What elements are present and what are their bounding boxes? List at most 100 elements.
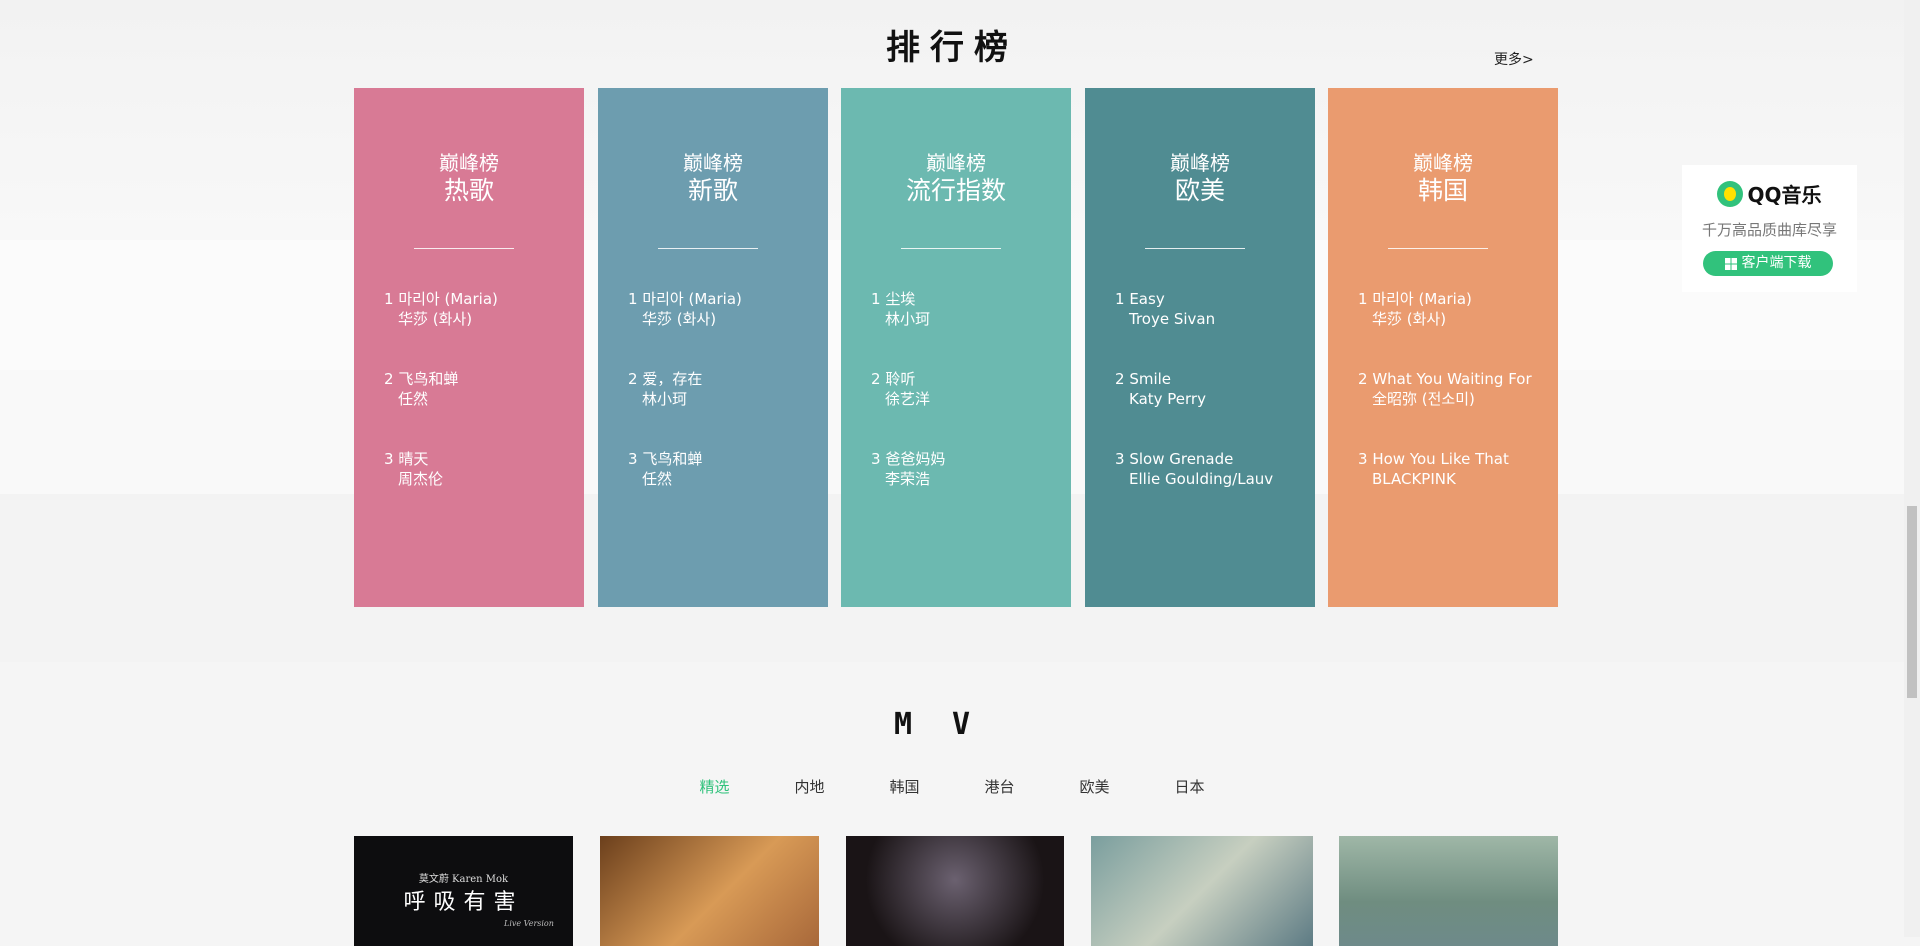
mv-category-tabs: 精选 内地 韩国 港台 欧美 日本	[0, 776, 1904, 797]
scrollbar-thumb[interactable]	[1907, 506, 1917, 698]
ranking-card-header: 巅峰榜 新歌	[598, 150, 828, 206]
song-rank: 2	[1115, 370, 1125, 388]
mv-thumbnail-subtitle: Live Version	[504, 919, 554, 928]
song-rank: 1	[384, 290, 394, 308]
song-title: 爸爸妈妈	[885, 450, 946, 468]
ranking-card-header: 巅峰榜 韩国	[1328, 150, 1558, 206]
song-title: 尘埃	[885, 290, 916, 308]
song-artist: 华莎 (화사)	[398, 310, 473, 328]
mv-thumbnail[interactable]	[846, 836, 1064, 946]
song-title: 마리아 (Maria)	[398, 290, 498, 308]
ranking-card-name: 新歌	[687, 176, 738, 205]
ranking-song-item[interactable]: 3 晴天 周杰伦	[384, 449, 574, 489]
ranking-card-name: 流行指数	[905, 176, 1006, 205]
mv-tab[interactable]: 精选	[667, 776, 762, 797]
song-rank: 3	[1358, 450, 1368, 468]
ranking-song-item[interactable]: 1 Easy Troye Sivan	[1115, 289, 1305, 329]
song-title: 마리아 (Maria)	[1372, 290, 1472, 308]
mv-tab[interactable]: 日本	[1142, 776, 1237, 797]
song-title: How You Like That	[1372, 450, 1509, 468]
song-artist: Ellie Goulding/Lauv	[1129, 470, 1274, 488]
song-title: 晴天	[398, 450, 429, 468]
mv-tab[interactable]: 内地	[762, 776, 857, 797]
ranking-song-item[interactable]: 3 Slow Grenade Ellie Goulding/Lauv	[1115, 449, 1305, 489]
song-artist: 任然	[642, 470, 673, 488]
ranking-card-header: 巅峰榜 欧美	[1085, 150, 1315, 206]
mv-section-title: MV	[893, 707, 1011, 742]
mv-tab[interactable]: 欧美	[1047, 776, 1142, 797]
ranking-card-header: 巅峰榜 热歌	[354, 150, 584, 206]
ranking-song-item[interactable]: 2 爱，存在林小珂	[628, 369, 818, 409]
ranking-song-list: 1 마리아 (Maria) 华莎 (화사) 2 飞鸟和蝉 任然 3 晴天 周杰伦	[384, 289, 574, 529]
scrollbar-track[interactable]	[1904, 0, 1920, 937]
ranking-card[interactable]: 巅峰榜 欧美 1 Easy Troye Sivan 2 Smile Katy Perry 3…	[1085, 88, 1315, 607]
song-rank: 1	[1358, 290, 1368, 308]
ranking-song-item[interactable]: 2 What You Waiting For 全昭弥 (전소미)	[1358, 369, 1548, 409]
song-title: 爱，存在	[642, 370, 703, 388]
mv-tab[interactable]: 港台	[952, 776, 1047, 797]
song-artist: Katy Perry	[1129, 390, 1206, 408]
mv-tab[interactable]: 韩国	[857, 776, 952, 797]
ranking-card-subtitle: 巅峰榜	[683, 151, 743, 175]
ranking-song-list: 1 마리아 (Maria) 华莎 (화사) 2 What You Waiting F…	[1358, 289, 1548, 529]
ranking-card-name: 热歌	[443, 176, 494, 205]
song-title: 飞鸟和蝉	[642, 450, 703, 468]
song-artist: 任然	[398, 390, 429, 408]
song-rank: 2	[384, 370, 394, 388]
ranking-card[interactable]: 巅峰榜 流行指数 1 尘埃 林小珂 2 聆听 徐艺洋 3 爸爸妈妈 李荣浩	[841, 88, 1071, 607]
mv-thumbnail[interactable]: 莫文蔚 Karen Mok 呼吸有害 Live Version	[354, 836, 573, 946]
ranking-song-item[interactable]: 2 Smile Katy Perry	[1115, 369, 1305, 409]
song-rank: 3	[1115, 450, 1125, 468]
mv-thumbnail[interactable]	[1339, 836, 1558, 946]
qq-music-logo-icon	[1717, 180, 1744, 207]
song-rank: 2	[628, 370, 638, 388]
ranking-section-title: 排行榜	[886, 28, 1018, 68]
song-rank: 1	[1115, 290, 1125, 308]
more-link[interactable]: 更多>	[1494, 49, 1534, 69]
ranking-card[interactable]: 巅峰榜 新歌 1 마리아 (Maria) 华莎 (화사) 2 爱，存在 林小珂 3 飞鸟和蝉…	[598, 88, 828, 607]
mv-thumbnail[interactable]	[600, 836, 819, 946]
mv-thumbnail-title: 呼吸有害	[403, 890, 524, 915]
windows-icon	[1724, 257, 1737, 270]
ranking-card-subtitle: 巅峰榜	[439, 151, 499, 175]
song-artist: Troye Sivan	[1129, 310, 1216, 328]
ranking-song-item[interactable]: 3 爸爸妈妈李荣浩	[871, 449, 1061, 489]
ranking-card-divider	[1145, 248, 1245, 249]
ranking-card[interactable]: 巅峰榜 热歌 1 마리아 (Maria) 华莎 (화사) 2 飞鸟和蝉 任然 3 晴天 周杰伦	[354, 88, 584, 607]
ranking-card-subtitle: 巅峰榜	[1413, 151, 1473, 175]
qq-music-logo[interactable]: QQ音乐	[1682, 179, 1857, 208]
song-rank: 1	[871, 290, 881, 308]
ranking-song-item[interactable]: 1 尘埃林小珂	[871, 289, 1061, 329]
song-artist: 林小珂	[642, 390, 688, 408]
client-download-label: 客户端下载	[1741, 255, 1812, 271]
song-artist: 李荣浩	[885, 470, 931, 488]
mv-thumbnail[interactable]	[1091, 836, 1313, 946]
song-rank: 1	[628, 290, 638, 308]
ranking-card-divider	[658, 248, 758, 249]
ranking-card[interactable]: 巅峰榜 韩国 1 마리아 (Maria) 华莎 (화사) 2 What You Wait…	[1328, 88, 1558, 607]
ranking-song-item[interactable]: 3 飞鸟和蝉 任然	[628, 449, 818, 489]
song-artist: 周杰伦	[398, 470, 444, 488]
ranking-song-item[interactable]: 3 How You Like That BLACKPINK	[1358, 449, 1548, 489]
ranking-song-item[interactable]: 2 飞鸟和蝉 任然	[384, 369, 574, 409]
client-download-button[interactable]: 客户端下载	[1703, 251, 1833, 276]
song-artist: 华莎 (화사)	[1372, 310, 1447, 328]
ranking-song-item[interactable]: 1 마리아 (Maria) 华莎 (화사)	[384, 289, 574, 329]
song-title: 마리아 (Maria)	[642, 290, 742, 308]
song-title: 聆听	[885, 370, 916, 388]
ranking-song-item[interactable]: 1 마리아 (Maria) 华莎 (화사)	[1358, 289, 1548, 329]
ranking-song-item[interactable]: 1 마리아 (Maria) 华莎 (화사)	[628, 289, 818, 329]
ranking-card-name: 欧美	[1174, 176, 1225, 205]
ranking-song-list: 1 마리아 (Maria) 华莎 (화사) 2 爱，存在 林小珂 3 飞鸟和蝉 任然	[628, 289, 818, 529]
ranking-song-list: 1 Easy Troye Sivan 2 Smile Katy Perry 3 Slow…	[1115, 289, 1305, 529]
mv-thumbnail-artist: 莫文蔚 Karen Mok	[354, 870, 573, 885]
song-artist: 林小珂	[885, 310, 931, 328]
song-artist: BLACKPINK	[1372, 470, 1456, 488]
ranking-card-subtitle: 巅峰榜	[926, 151, 986, 175]
ranking-song-item[interactable]: 2 聆听 徐艺洋	[871, 369, 1061, 409]
song-rank: 2	[1358, 370, 1368, 388]
song-artist: 徐艺洋	[885, 390, 931, 408]
song-title: What You Waiting For	[1372, 370, 1532, 388]
ranking-card-divider	[901, 248, 1001, 249]
song-rank: 3	[871, 450, 881, 468]
